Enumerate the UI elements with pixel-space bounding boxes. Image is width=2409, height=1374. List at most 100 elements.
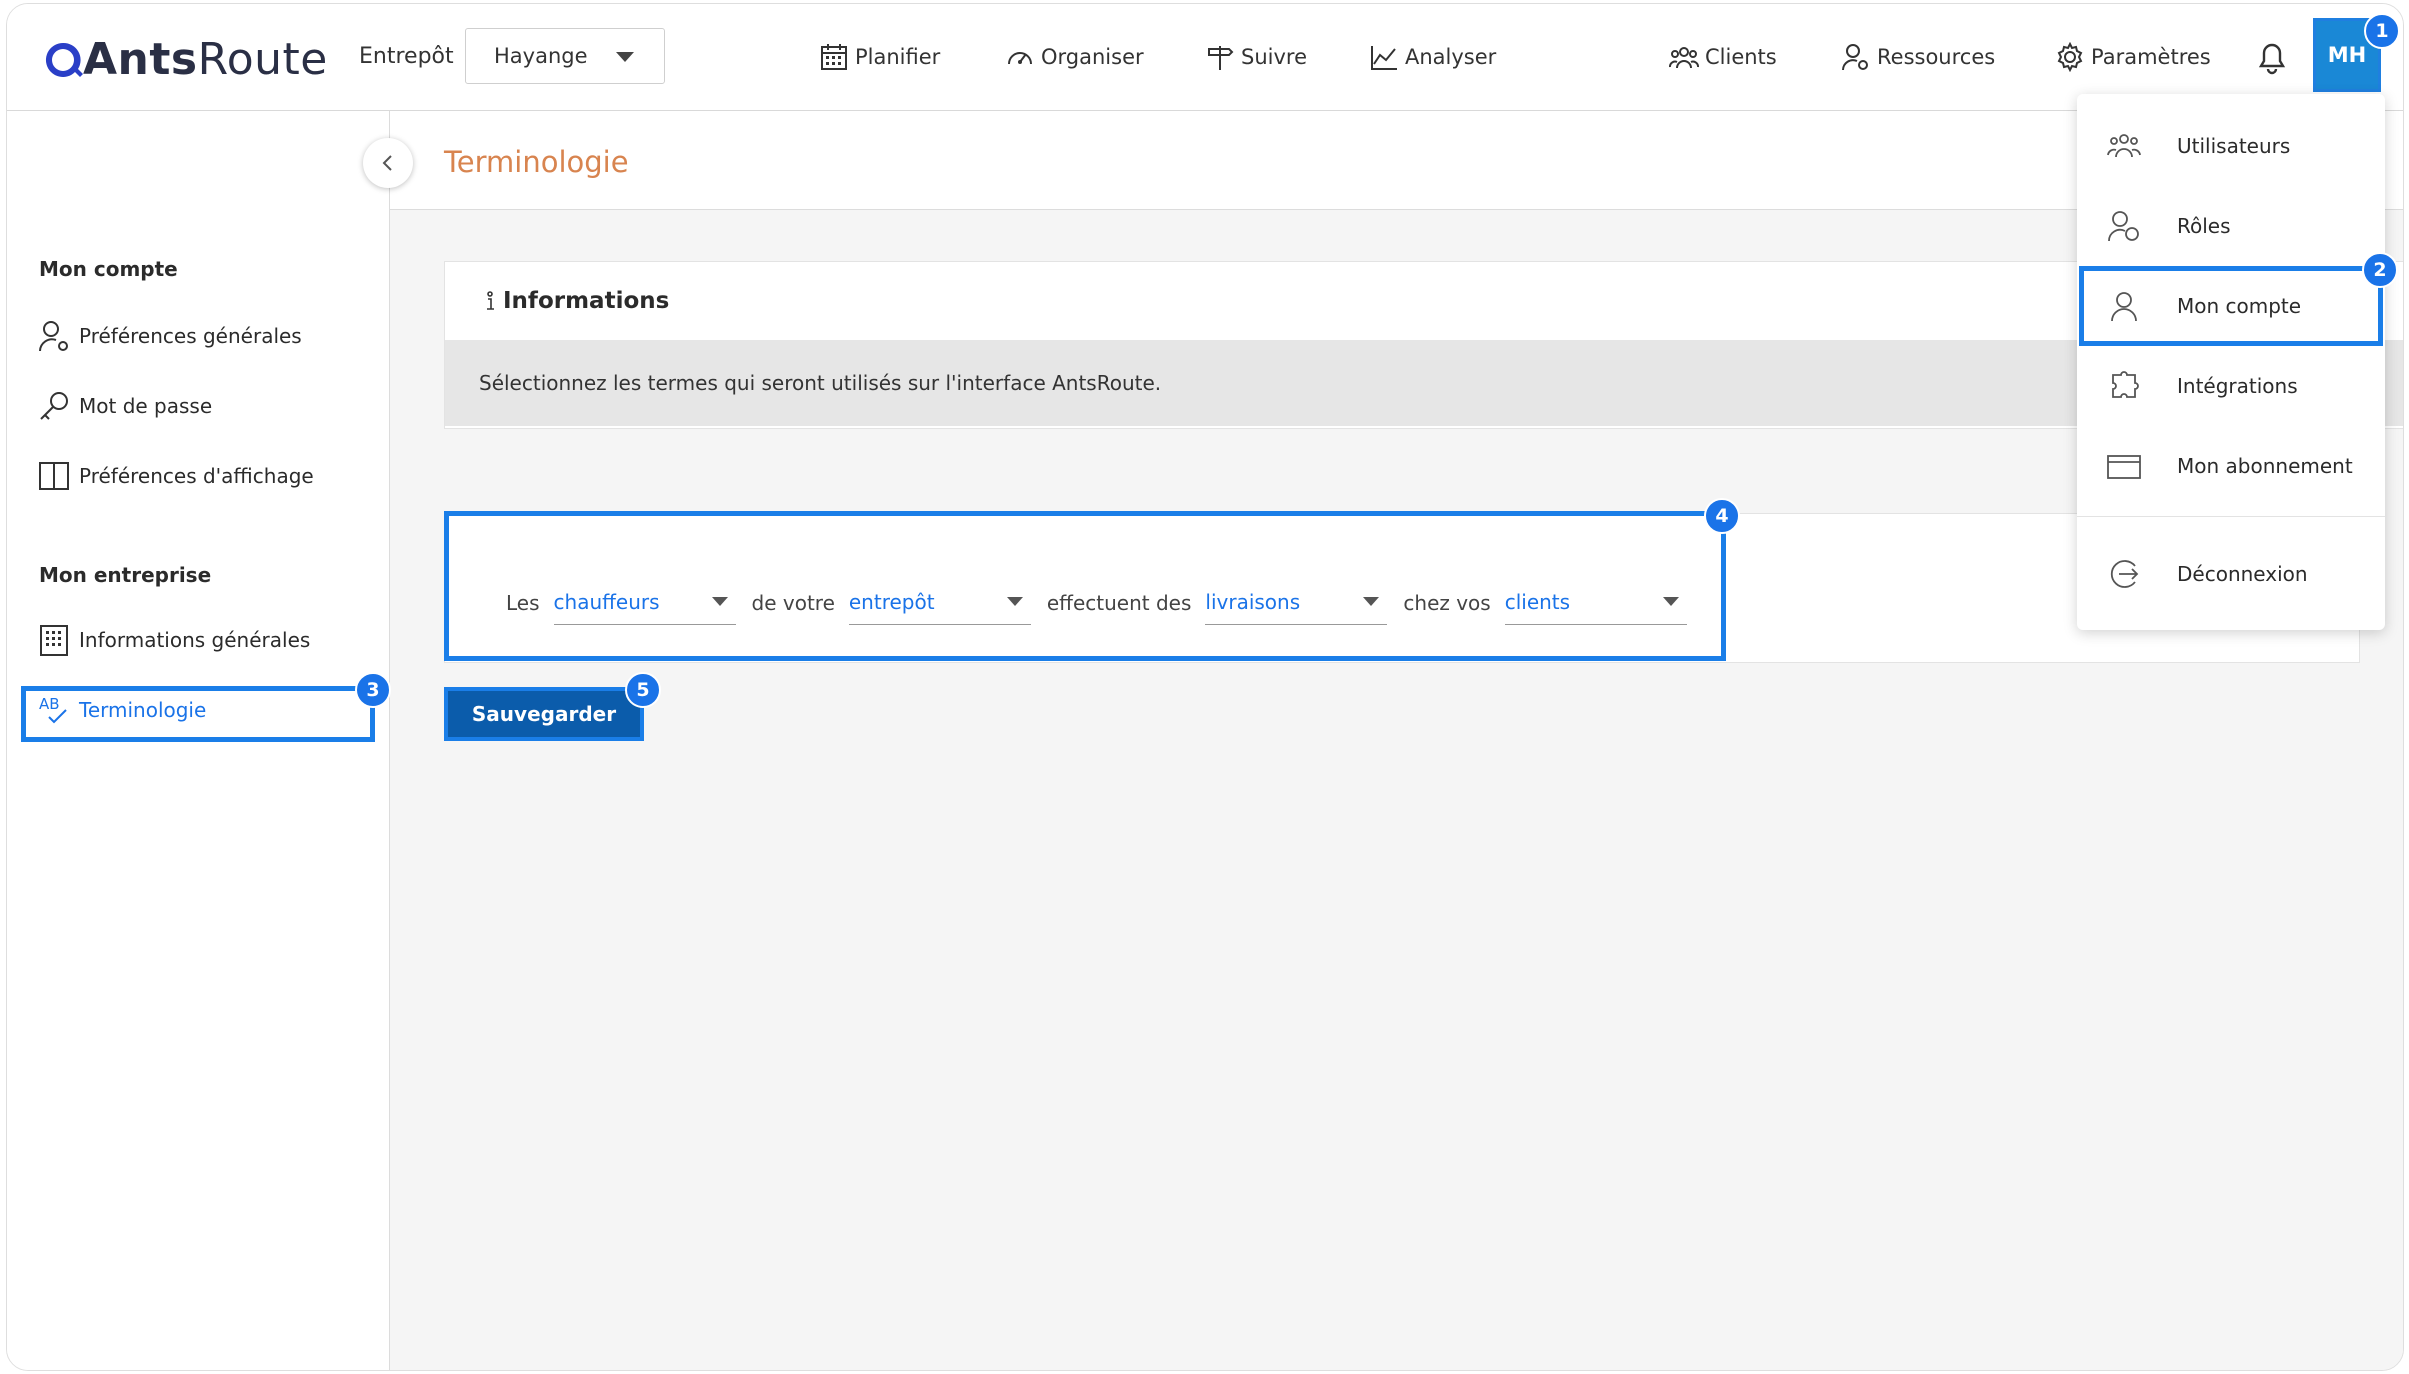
menu-item-label: Utilisateurs xyxy=(2177,134,2291,158)
delivery-term-select[interactable]: livraisons xyxy=(1205,579,1388,625)
client-term-select[interactable]: clients xyxy=(1504,579,1687,625)
select-value: livraisons xyxy=(1205,590,1301,614)
step-badge: 2 xyxy=(2362,252,2398,288)
menu-item-label: Mon abonnement xyxy=(2177,454,2353,478)
select-value: entrepôt xyxy=(848,590,935,614)
nav-label: Organiser xyxy=(1041,45,1144,69)
menu-item-users[interactable]: Utilisateurs xyxy=(2077,110,2385,182)
warehouse-select[interactable]: Hayange xyxy=(465,28,665,84)
columns-icon xyxy=(39,462,69,490)
bell-icon[interactable] xyxy=(2255,38,2289,76)
menu-item-label: Intégrations xyxy=(2177,374,2298,398)
section-heading-company: Mon entreprise xyxy=(39,563,212,587)
nav-organiser[interactable]: Organiser xyxy=(1005,42,1144,72)
nav-parametres[interactable]: Paramètres xyxy=(2055,42,2211,72)
warehouse-value: Hayange xyxy=(494,44,588,68)
nav-label: Planifier xyxy=(855,45,941,69)
logo-light: Route xyxy=(197,34,328,85)
card-icon xyxy=(2107,455,2141,479)
gear-icon xyxy=(2057,42,2083,72)
save-button[interactable]: Sauvegarder xyxy=(444,687,644,741)
nav-label: Paramètres xyxy=(2091,45,2211,69)
group-icon xyxy=(1669,47,1699,69)
sidebar-item-terminology[interactable]: AB Terminologie xyxy=(37,693,206,727)
sidebar-item-preferences[interactable]: Préférences générales xyxy=(37,319,302,353)
menu-item-subscription[interactable]: Mon abonnement xyxy=(2077,430,2385,502)
menu-item-logout[interactable]: Déconnexion xyxy=(2077,538,2385,610)
svg-text:AB: AB xyxy=(39,695,60,713)
sentence-word: de votre xyxy=(751,591,835,615)
nav-planifier[interactable]: Planifier xyxy=(819,42,940,72)
logo[interactable]: AntsRoute xyxy=(43,34,328,85)
caret-down-icon xyxy=(1006,597,1023,606)
nav-analyser[interactable]: Analyser xyxy=(1369,42,1496,72)
sentence-word: effectuent des xyxy=(1046,591,1192,615)
caret-down-icon xyxy=(711,597,728,606)
nav-label: Analyser xyxy=(1405,45,1497,69)
menu-item-label: Rôles xyxy=(2177,214,2231,238)
info-title: Informations xyxy=(503,288,670,314)
logo-icon xyxy=(45,42,83,77)
menu-item-roles[interactable]: Rôles xyxy=(2077,190,2385,262)
select-value: chauffeurs xyxy=(553,590,660,614)
sidebar-item-label: Terminologie xyxy=(79,698,207,722)
user-gear-icon xyxy=(1842,44,1868,71)
page-title: Terminologie xyxy=(444,145,629,179)
section-heading-account: Mon compte xyxy=(39,257,178,281)
sidebar-item-label: Préférences générales xyxy=(79,324,302,348)
step-badge: 5 xyxy=(625,672,661,708)
roles-icon xyxy=(2108,211,2139,242)
driver-term-select[interactable]: chauffeurs xyxy=(553,579,736,625)
menu-item-my-account[interactable]: Mon compte xyxy=(2077,270,2385,342)
avatar-initials: MH xyxy=(2327,43,2367,67)
collapse-sidebar-button[interactable] xyxy=(363,138,413,188)
top-bar: AntsRoute Entrepôt Hayange Planifier Org… xyxy=(7,4,2403,111)
menu-item-label: Déconnexion xyxy=(2177,562,2308,586)
speedometer-icon xyxy=(1008,52,1032,65)
user-icon xyxy=(2111,292,2137,322)
info-icon xyxy=(487,291,494,310)
users-icon xyxy=(2107,134,2141,158)
nav-label: Suivre xyxy=(1241,45,1307,69)
menu-item-integrations[interactable]: Intégrations xyxy=(2077,350,2385,422)
settings-dropdown-menu: Utilisateurs Rôles Mon compte Intégratio… xyxy=(2077,94,2385,630)
settings-sidebar: Mon compte Préférences générales Mot de … xyxy=(7,111,390,1370)
warehouse-label: Entrepôt xyxy=(359,44,454,69)
step-badge: 4 xyxy=(1704,498,1740,534)
sidebar-item-company-info[interactable]: Informations générales xyxy=(37,623,310,657)
nav-label: Ressources xyxy=(1877,45,1996,69)
step-badge: 3 xyxy=(355,672,391,708)
step-badge: 1 xyxy=(2364,13,2400,49)
calendar-icon xyxy=(821,44,847,70)
user-gear-icon xyxy=(39,321,68,352)
nav-label: Clients xyxy=(1705,45,1777,69)
logo-bold: Ants xyxy=(83,34,198,85)
building-icon xyxy=(40,625,68,656)
sidebar-item-label: Mot de passe xyxy=(79,394,213,418)
nav-suivre[interactable]: Suivre xyxy=(1205,42,1307,72)
terminology-sentence: Les chauffeurs de votre entrepôt effectu… xyxy=(506,579,1703,625)
logout-icon xyxy=(2110,560,2139,588)
caret-down-icon xyxy=(1662,597,1679,606)
signpost-icon xyxy=(1208,46,1234,70)
chevron-left-icon xyxy=(382,155,392,171)
menu-item-label: Mon compte xyxy=(2177,294,2302,318)
caret-down-icon xyxy=(1363,597,1380,606)
menu-divider xyxy=(2077,516,2385,517)
nav-clients[interactable]: Clients xyxy=(1669,42,1777,72)
sentence-word: Les xyxy=(506,591,540,615)
sidebar-item-label: Informations générales xyxy=(79,628,311,652)
caret-down-icon xyxy=(616,52,634,62)
warehouse-term-select[interactable]: entrepôt xyxy=(848,579,1031,625)
select-value: clients xyxy=(1504,590,1571,614)
integration-icon xyxy=(2112,371,2139,398)
sidebar-item-display[interactable]: Préférences d'affichage xyxy=(37,459,314,493)
nav-ressources[interactable]: Ressources xyxy=(1841,42,1995,72)
sentence-word: chez vos xyxy=(1403,591,1491,615)
app-window: AntsRoute Entrepôt Hayange Planifier Org… xyxy=(6,3,2404,1371)
sidebar-item-label: Préférences d'affichage xyxy=(79,464,314,488)
spellcheck-icon: AB xyxy=(39,695,67,724)
chart-icon xyxy=(1371,46,1397,70)
sidebar-item-password[interactable]: Mot de passe xyxy=(37,389,212,423)
key-icon xyxy=(40,392,68,420)
